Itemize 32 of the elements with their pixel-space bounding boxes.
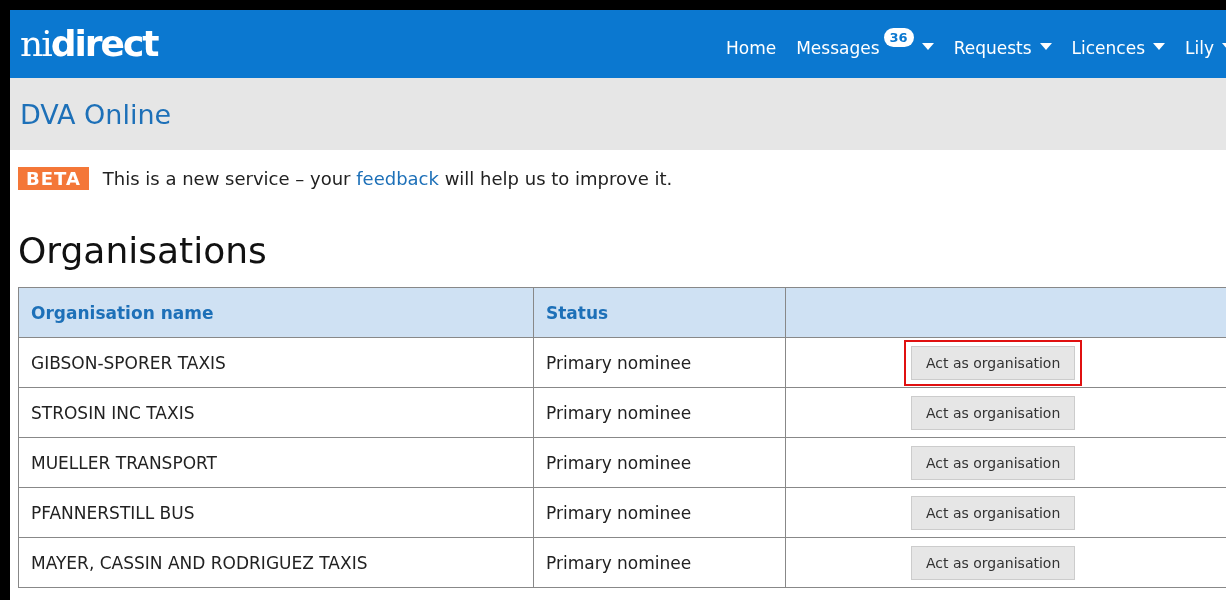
nav-link[interactable]: Home — [726, 28, 777, 60]
nav-link[interactable]: Messages 36 — [796, 28, 934, 60]
table-cell: Primary nominee — [533, 537, 786, 588]
nav-link[interactable]: Requests — [953, 28, 1052, 60]
act-button[interactable]: Act as organisation — [911, 345, 1076, 380]
caret-icon — [921, 43, 934, 50]
table-cell: MAYER, CASSIN AND RODRIGUEZ TAXIS — [18, 537, 534, 588]
table-cell: Primary nominee — [533, 487, 786, 538]
logo[interactable]: nidirect — [20, 26, 158, 62]
caret-icon — [1039, 43, 1052, 50]
table-cell: Primary nominee — [533, 337, 786, 388]
table-cell: Primary nominee — [533, 387, 786, 438]
table-cell: GIBSON-SPORER TAXIS — [18, 337, 534, 388]
act-button[interactable]: Act as organisation — [911, 445, 1076, 480]
service-title[interactable]: DVA Online — [20, 98, 172, 130]
act-button[interactable]: Act as organisation — [911, 545, 1076, 580]
beta-tag: BETA — [18, 167, 89, 190]
act-button[interactable]: Act as organisation — [911, 495, 1076, 530]
column-header: Status — [533, 287, 786, 338]
column-header: Organisation name — [18, 287, 534, 338]
table-cell: Primary nominee — [533, 437, 786, 488]
act-button[interactable]: Act as organisation — [911, 395, 1076, 430]
count-badge: 36 — [883, 28, 914, 47]
nav-link[interactable]: Licences — [1071, 28, 1165, 60]
nav-link[interactable]: Lily — [1185, 28, 1226, 60]
feedback-link[interactable]: feedback — [356, 168, 439, 189]
table-cell: PFANNERSTILL BUS — [18, 487, 534, 538]
table-cell: STROSIN INC TAXIS — [18, 387, 534, 438]
banner-text: This is a new service – your feedback will help us to improve it. — [102, 168, 673, 189]
caret-icon — [1153, 43, 1165, 50]
table-cell: MUELLER TRANSPORT — [18, 437, 534, 488]
page-heading: Organisations — [18, 230, 268, 271]
